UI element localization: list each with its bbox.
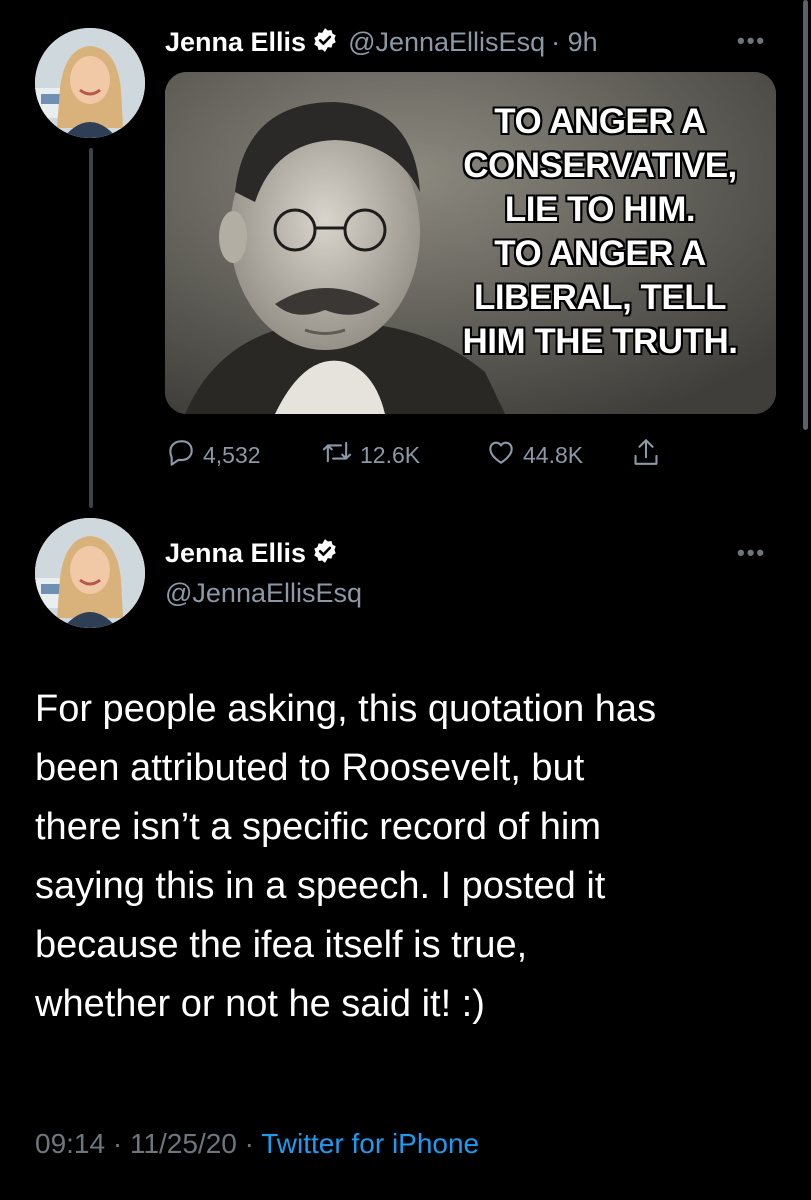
quote-line: TO ANGER A bbox=[494, 102, 706, 141]
reply-count: 4,532 bbox=[203, 441, 261, 468]
like-count: 44.8K bbox=[523, 441, 584, 468]
timestamp[interactable]: · 9h bbox=[551, 27, 598, 58]
handle[interactable]: @JennaEllisEsq bbox=[348, 27, 545, 58]
tweet-text-line: because the ifea itself is true, bbox=[35, 924, 528, 966]
avatar[interactable] bbox=[35, 518, 145, 628]
handle[interactable]: @JennaEllisEsq bbox=[165, 578, 362, 609]
tweet-body: For people asking, this quotation has be… bbox=[35, 680, 795, 1034]
tweet-actions: 4,532 12.6K 44.8K bbox=[165, 437, 668, 473]
quote-line: LIBERAL, TELL bbox=[473, 278, 727, 317]
reply-button[interactable]: 4,532 bbox=[165, 436, 320, 474]
display-name[interactable]: Jenna Ellis bbox=[165, 27, 306, 58]
tweet-meta: 09:14 · 11/25/20 · Twitter for iPhone bbox=[35, 1128, 479, 1160]
source-link[interactable]: Twitter for iPhone bbox=[261, 1128, 479, 1159]
scrollbar[interactable] bbox=[803, 0, 808, 430]
share-icon bbox=[630, 435, 668, 475]
display-name[interactable]: Jenna Ellis bbox=[165, 538, 306, 569]
tweet-image[interactable]: TO ANGER A CONSERVATIVE, LIE TO HIM. TO … bbox=[165, 72, 776, 414]
like-button[interactable]: 44.8K bbox=[485, 436, 630, 474]
avatar[interactable] bbox=[35, 28, 145, 138]
quote-line: TO ANGER A bbox=[494, 234, 706, 273]
tweet-text-line: whether or not he said it! :) bbox=[35, 983, 485, 1025]
retweet-icon bbox=[320, 436, 360, 474]
tweet-text-line: been attributed to Roosevelt, but bbox=[35, 747, 585, 789]
quote-line: CONSERVATIVE, bbox=[463, 146, 737, 185]
verified-badge-icon bbox=[312, 27, 338, 58]
tweet-text-line: saying this in a speech. I posted it bbox=[35, 865, 606, 907]
more-options-icon[interactable]: ••• bbox=[737, 540, 766, 566]
heart-icon bbox=[485, 436, 523, 474]
retweet-count: 12.6K bbox=[360, 441, 421, 468]
tweet-text-line: there isn’t a specific record of him bbox=[35, 806, 602, 848]
more-options-icon[interactable]: ••• bbox=[737, 28, 766, 54]
share-button[interactable] bbox=[630, 435, 668, 475]
image-quote-text: TO ANGER A CONSERVATIVE, LIE TO HIM. TO … bbox=[450, 100, 750, 364]
tweet-timestamp: 09:14 · 11/25/20 · bbox=[35, 1128, 262, 1159]
retweet-button[interactable]: 12.6K bbox=[320, 436, 485, 474]
verified-badge-icon bbox=[312, 538, 338, 569]
tweet-text-line: For people asking, this quotation has bbox=[35, 688, 657, 730]
reply-icon bbox=[165, 436, 203, 474]
thread-connector-line bbox=[89, 148, 93, 508]
quote-line: HIM THE TRUTH. bbox=[462, 322, 738, 361]
quote-line: LIE TO HIM. bbox=[504, 190, 696, 229]
